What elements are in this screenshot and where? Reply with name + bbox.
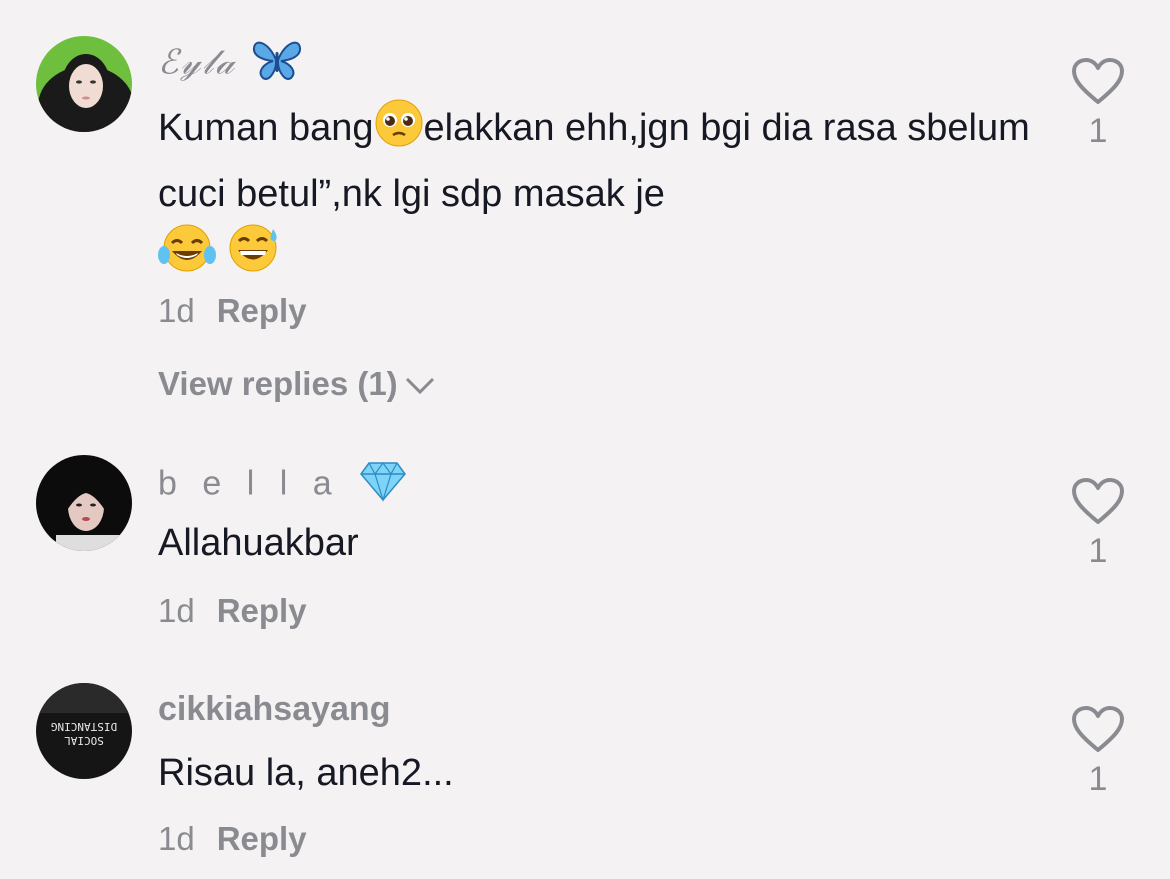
like-button[interactable]: 1 (1068, 706, 1128, 799)
avatar[interactable] (36, 36, 132, 132)
like-button[interactable]: 1 (1068, 478, 1128, 571)
avatar-caption: DISTANCING (51, 720, 117, 733)
chevron-down-icon (405, 378, 434, 395)
tears-of-joy-icon (158, 223, 216, 290)
like-count: 1 (1088, 532, 1108, 570)
avatar[interactable] (36, 455, 132, 551)
username[interactable]: b e l l a (158, 460, 407, 511)
view-replies-button[interactable]: View replies (1) (158, 365, 436, 403)
heart-icon (1072, 58, 1124, 104)
pleading-face-icon (374, 98, 424, 165)
username[interactable]: ℰ𝓎𝓁𝒶 (158, 38, 303, 91)
timestamp: 1d (158, 592, 195, 629)
avatar[interactable]: SOCIAL DISTANCING (36, 683, 132, 779)
comment-text-part: Kuman bang (158, 107, 374, 149)
comment-text: Kuman bang elakkan ehh,jgn bgi dia rasa s… (158, 98, 1038, 290)
reply-button[interactable]: Reply (217, 820, 307, 857)
reply-button[interactable]: Reply (217, 592, 307, 629)
reply-button[interactable]: Reply (217, 292, 307, 329)
comment-meta: 1d Reply (158, 292, 307, 330)
heart-icon (1072, 706, 1124, 752)
view-replies-label: View replies (1) (158, 365, 398, 402)
heart-icon (1072, 478, 1124, 524)
avatar-caption: SOCIAL (64, 734, 104, 747)
like-count: 1 (1088, 112, 1108, 150)
like-count: 1 (1088, 760, 1108, 798)
grinning-sweat-icon (227, 223, 281, 290)
comment-meta: 1d Reply (158, 592, 307, 630)
gem-icon (359, 460, 407, 511)
comment-text: Allahuakbar (158, 522, 359, 564)
username-text[interactable]: ℰ𝓎𝓁𝒶 (158, 43, 236, 83)
comment-text: Risau la, aneh2... (158, 752, 454, 794)
username-text[interactable]: b e l l a (158, 464, 340, 502)
username[interactable]: cikkiahsayang (158, 690, 390, 729)
butterfly-icon (251, 38, 303, 91)
timestamp: 1d (158, 292, 195, 329)
like-button[interactable]: 1 (1068, 58, 1128, 151)
comment-meta: 1d Reply (158, 820, 307, 858)
timestamp: 1d (158, 820, 195, 857)
